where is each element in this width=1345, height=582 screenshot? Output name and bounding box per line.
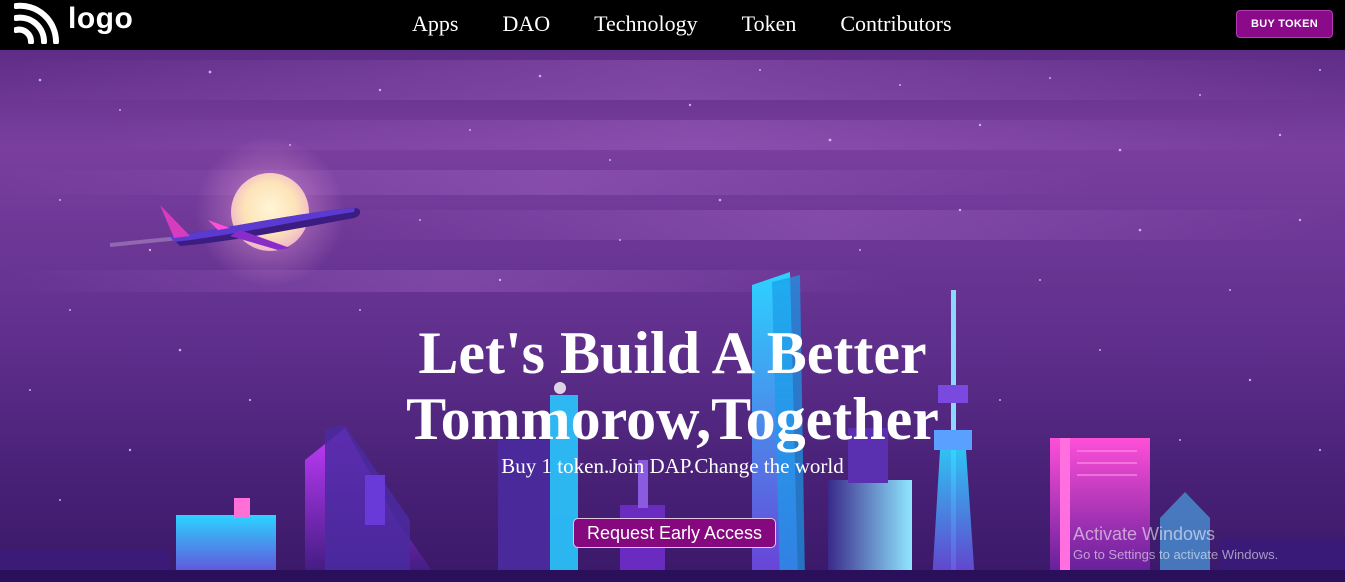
watermark-title: Activate Windows xyxy=(1073,524,1216,544)
hero-title-line-1: Let's Build A Better xyxy=(418,320,927,386)
rss-icon xyxy=(14,2,60,44)
activate-windows-watermark: Activate Windows Go to Settings to activ… xyxy=(1073,524,1278,562)
hero-illustration xyxy=(0,60,1345,582)
logo[interactable]: logo xyxy=(14,0,133,46)
hero-title: Let's Build A Better Tommorow,Together xyxy=(0,320,1345,452)
logo-text: logo xyxy=(68,2,134,35)
hero-section: Let's Build A Better Tommorow,Together B… xyxy=(0,50,1345,582)
nav-menu: Apps DAO Technology Token Contributors xyxy=(390,0,974,48)
nav-link-token[interactable]: Token xyxy=(742,11,797,37)
navbar: logo Apps DAO Technology Token Contribut… xyxy=(0,0,1345,50)
nav-link-contributors[interactable]: Contributors xyxy=(840,11,951,37)
hero-title-line-2: Tommorow,Together xyxy=(406,386,939,452)
hero-subtitle: Buy 1 token.Join DAP.Change the world xyxy=(501,454,844,478)
request-early-access-button[interactable]: Request Early Access xyxy=(573,518,776,548)
watermark-subtitle: Go to Settings to activate Windows. xyxy=(1073,547,1279,562)
buy-token-button[interactable]: BUY TOKEN xyxy=(1236,10,1333,38)
nav-link-dao[interactable]: DAO xyxy=(502,11,550,37)
nav-link-technology[interactable]: Technology xyxy=(594,11,698,37)
nav-link-apps[interactable]: Apps xyxy=(412,11,458,37)
